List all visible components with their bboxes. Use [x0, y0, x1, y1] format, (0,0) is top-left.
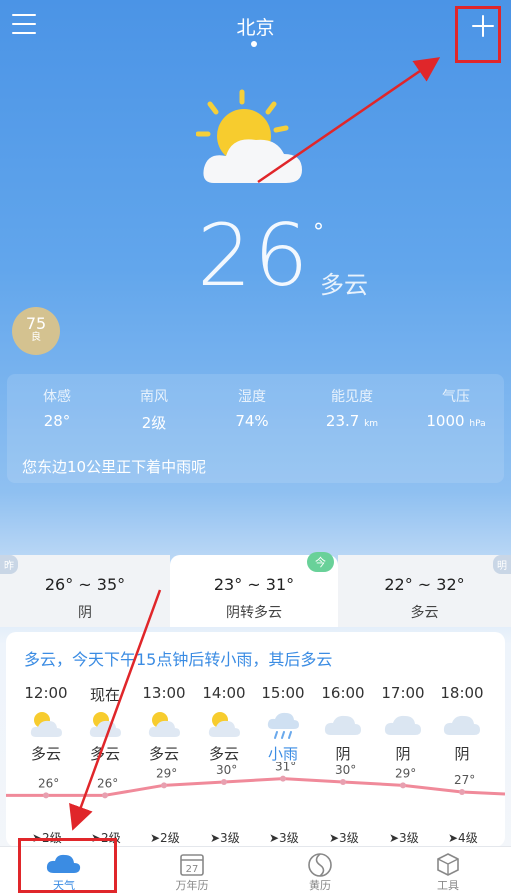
temperature-point	[280, 775, 286, 782]
temperature-curve: 26° 26° 29° 30° 31° 30° 29° 27°	[6, 762, 505, 799]
hour-item[interactable]: 16:00 阴	[313, 684, 373, 764]
degree-symbol: °	[313, 220, 324, 245]
temperature-point	[340, 779, 346, 785]
daily-tabs: 26° ~ 35° 阴 23° ~ 31° 阴转多云 22° ~ 32° 多云	[0, 555, 511, 627]
temperature-label: 29°	[156, 766, 177, 780]
aqi-value: 75	[25, 314, 47, 333]
tools-icon	[384, 851, 511, 877]
temperature-label: 26°	[38, 776, 59, 790]
hour-time: 16:00	[321, 684, 365, 702]
hour-wind: ➤3级	[210, 831, 240, 845]
tomorrow-flag: 明	[493, 555, 511, 574]
almanac-icon	[256, 851, 384, 877]
hour-wind: ➤4级	[448, 831, 478, 845]
temperature-point	[43, 792, 49, 799]
hour-condition: 阴	[395, 745, 411, 763]
temperature-line	[6, 777, 505, 797]
page-indicator	[251, 41, 257, 47]
hour-wind: ➤3级	[329, 831, 359, 845]
nav-tools[interactable]: 工具	[384, 847, 511, 895]
hour-time: 14:00	[202, 684, 246, 702]
details-panel: 体感 28° 南风 2级 湿度 74% 能见度 23.7 km 气压 1000 …	[7, 374, 504, 483]
temperature-label: 29°	[395, 766, 416, 780]
temperature-label: 30°	[216, 763, 237, 777]
detail-humidity: 湿度 74%	[235, 389, 269, 430]
hour-time: 12:00	[24, 684, 68, 702]
hour-item[interactable]: 现在 多云	[75, 684, 135, 764]
cloudy-icon	[373, 707, 433, 741]
temperature-label: 30°	[335, 763, 356, 777]
hour-time: 13:00	[142, 684, 186, 702]
partly-cloudy-icon	[194, 707, 254, 741]
detail-visibility: 能见度 23.7 km	[325, 389, 379, 430]
hourly-forecast-card: 多云，今天下午15点钟后转小雨，其后多云 12:00 多云 现在 多云 13:00 多云 1…	[6, 632, 505, 847]
detail-wind: 南风 2级	[140, 389, 168, 432]
hour-item[interactable]: 13:00 多云	[134, 684, 194, 764]
nav-almanac[interactable]: 黄历	[256, 847, 384, 895]
detail-pressure: 气压 1000 hPa	[426, 389, 486, 430]
hour-wind: ➤2级	[150, 831, 180, 845]
svg-text:27: 27	[186, 864, 199, 875]
hour-condition: 多云	[30, 745, 61, 763]
hour-condition: 阴	[454, 745, 470, 763]
day-tab-tomorrow[interactable]: 22° ~ 32° 多云	[338, 555, 511, 627]
city-title[interactable]: 北京	[0, 13, 511, 40]
cloudy-icon	[432, 707, 492, 741]
hour-item[interactable]: 18:00 阴	[432, 684, 492, 764]
weather-nav-highlight	[18, 838, 117, 893]
cloudy-icon	[313, 707, 373, 741]
hour-condition: 多云	[89, 745, 120, 763]
current-temperature: 26	[197, 206, 311, 306]
hour-wind: ➤3级	[269, 831, 299, 845]
hour-time: 15:00	[261, 684, 305, 702]
sun-cloud-icon	[196, 88, 306, 188]
temperature-point	[459, 789, 465, 795]
aqi-level: 良	[31, 332, 41, 343]
yesterday-flag: 昨	[0, 555, 18, 574]
current-condition: 多云	[320, 271, 368, 299]
temperature-label: 26°	[97, 776, 118, 790]
hour-time: 现在	[89, 686, 120, 704]
hour-item[interactable]: 14:00 多云	[194, 684, 254, 764]
temperature-label: 31°	[275, 762, 296, 774]
hour-item[interactable]: 12:00 多云	[16, 684, 76, 764]
forecast-summary: 多云，今天下午15点钟后转小雨，其后多云	[24, 650, 333, 669]
temperature-label: 27°	[454, 773, 475, 787]
detail-feels-like: 体感 28°	[43, 389, 71, 430]
nav-calendar[interactable]: 27 万年历	[128, 847, 256, 895]
hour-time: 17:00	[381, 684, 425, 702]
partly-cloudy-icon	[75, 707, 135, 741]
partly-cloudy-icon	[16, 707, 76, 741]
temperature-point	[102, 792, 108, 799]
hour-condition: 多云	[148, 745, 179, 763]
today-flag: 今	[307, 552, 334, 572]
aqi-badge[interactable]: 75 良	[12, 307, 60, 355]
add-city-highlight	[455, 6, 501, 63]
day-tab-yesterday[interactable]: 26° ~ 35° 阴	[0, 555, 170, 627]
hour-item[interactable]: 17:00 阴	[373, 684, 433, 764]
temperature-point	[400, 782, 406, 789]
hour-wind: ➤3级	[389, 831, 419, 845]
temperature-point	[221, 779, 227, 785]
temperature-point	[161, 782, 167, 789]
hour-condition: 小雨	[267, 745, 298, 763]
calendar-icon: 27	[128, 851, 256, 877]
partly-cloudy-icon	[134, 707, 194, 741]
nearby-rain-note[interactable]: 您东边10公里正下着中雨呢	[22, 456, 206, 477]
light-rain-icon	[253, 707, 313, 741]
hour-time: 18:00	[440, 684, 484, 702]
hour-condition: 多云	[208, 745, 239, 763]
hour-item[interactable]: 15:00 小雨	[253, 684, 313, 764]
hour-condition: 阴	[335, 745, 351, 763]
